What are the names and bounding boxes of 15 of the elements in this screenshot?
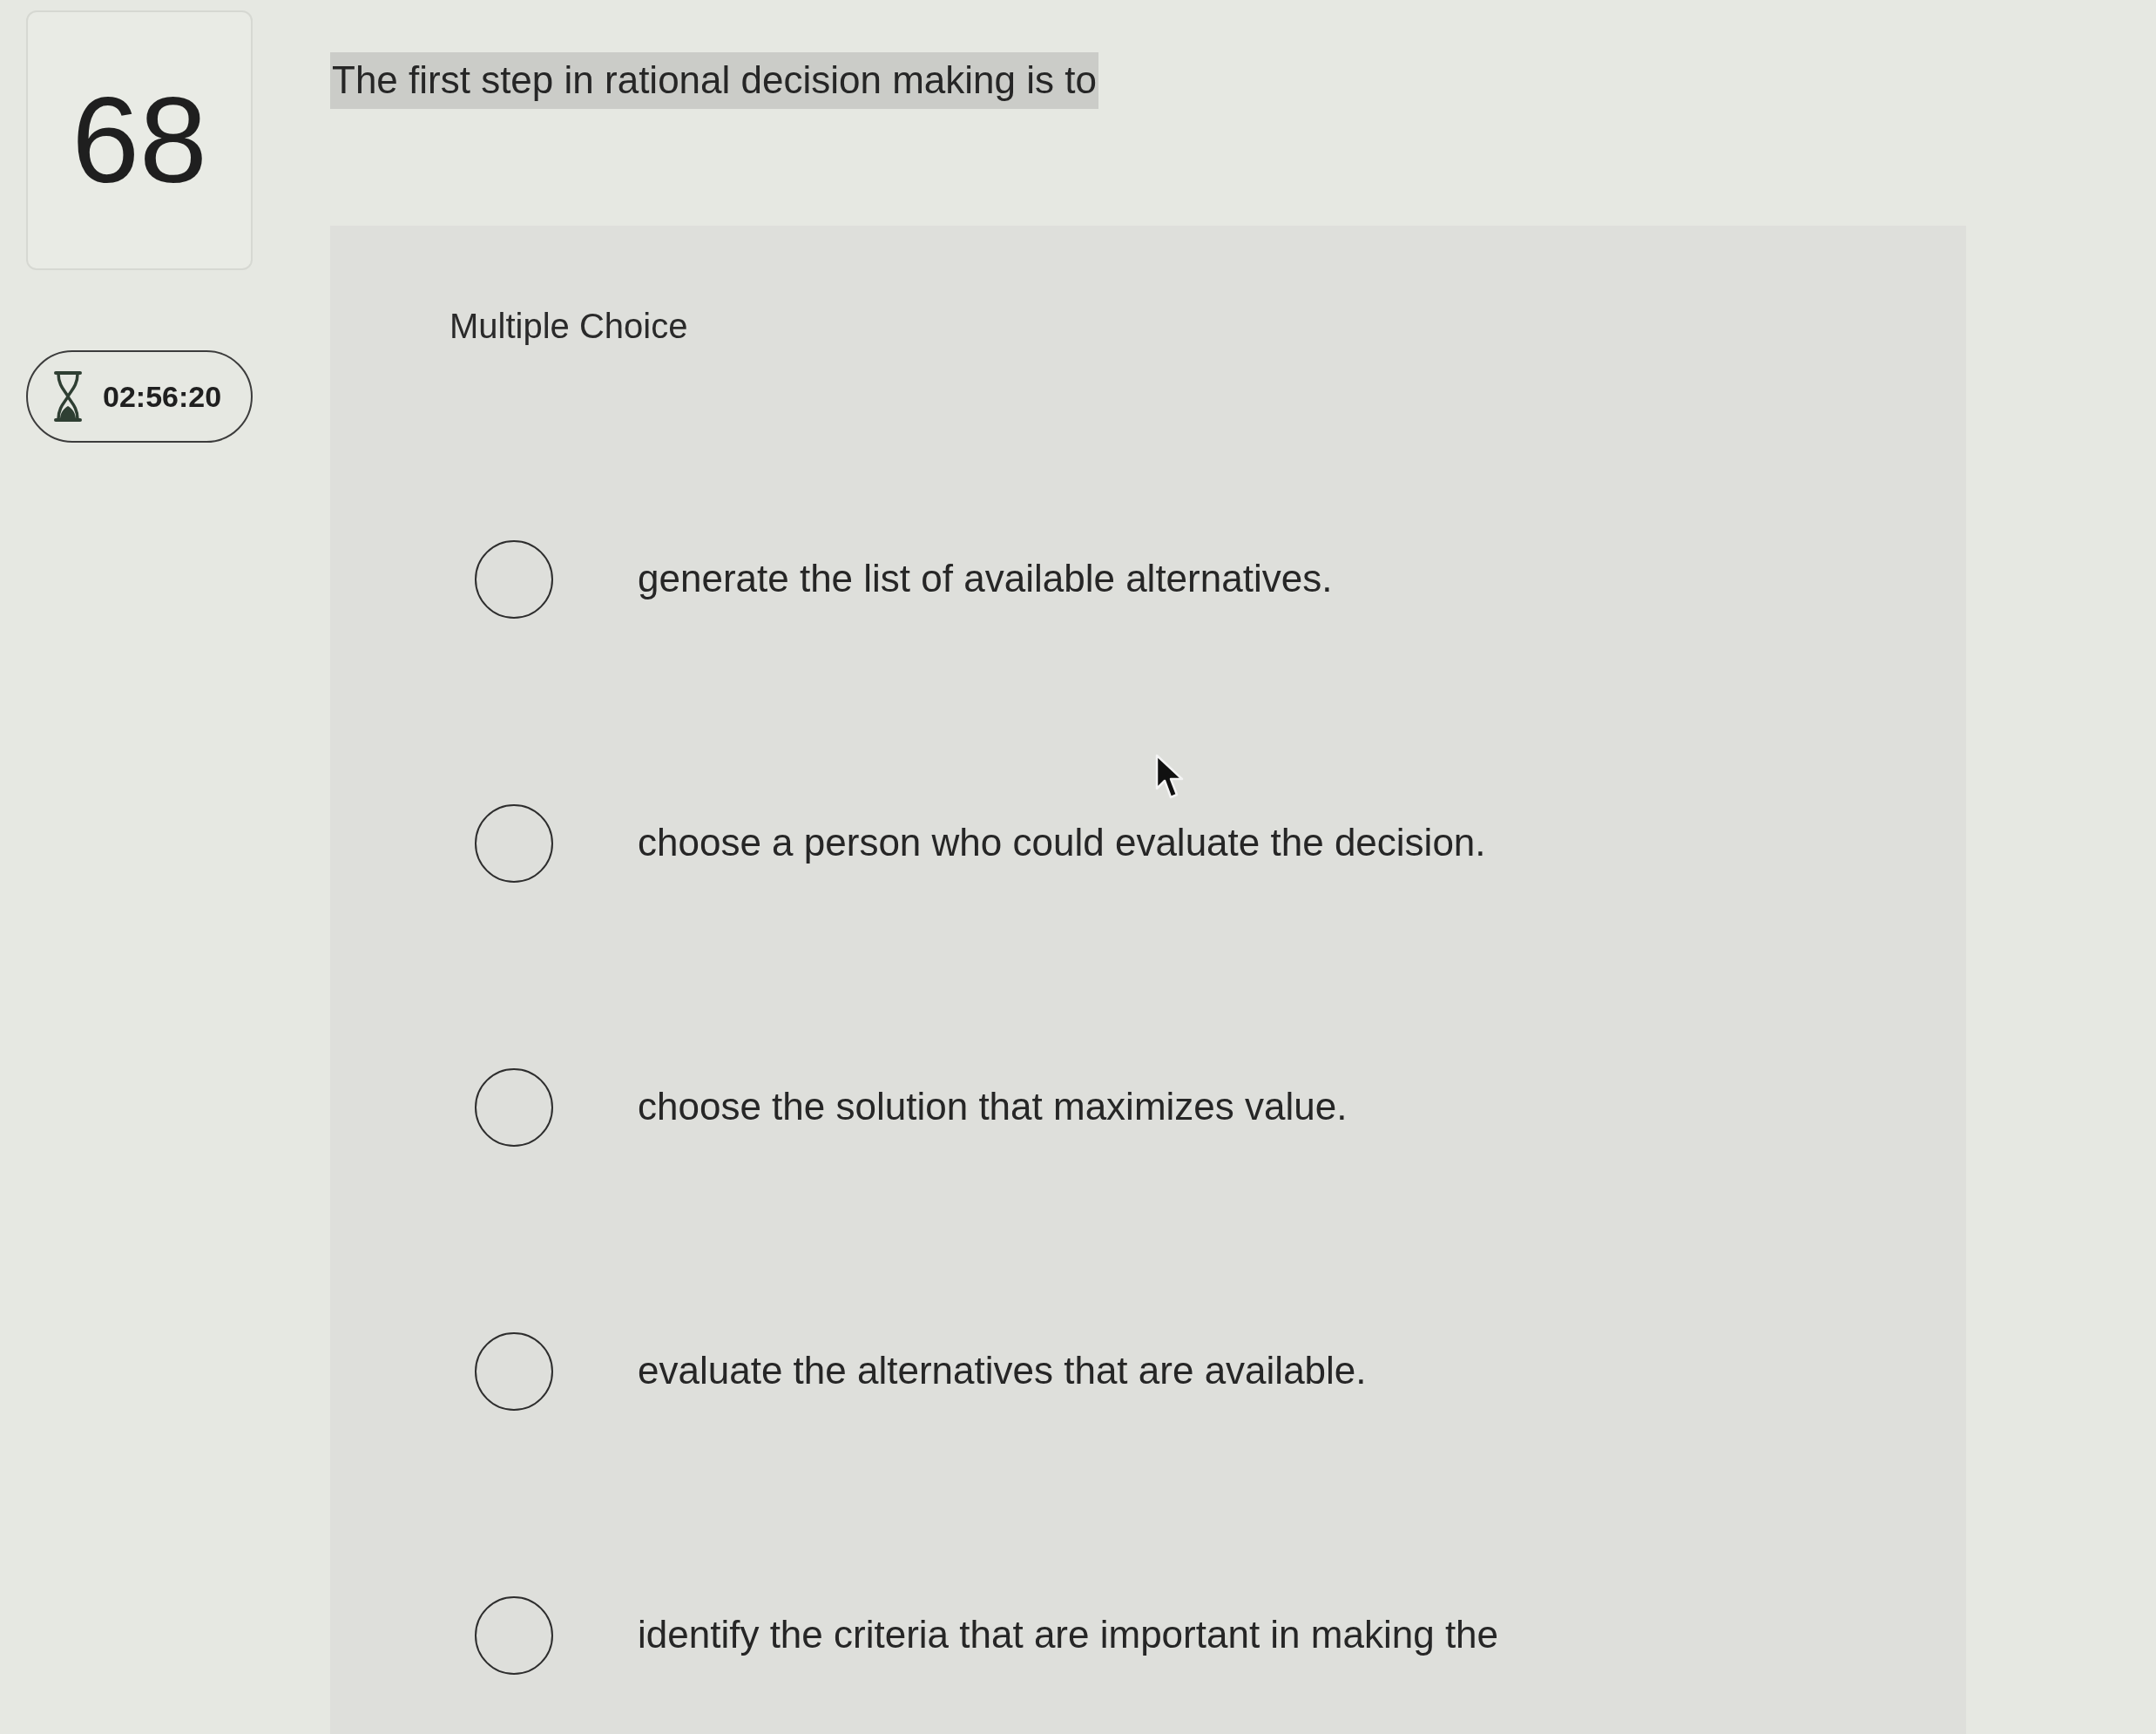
radio-button[interactable] — [475, 1331, 553, 1411]
question-type-label: Multiple Choice — [449, 305, 688, 347]
radio-button[interactable] — [475, 1595, 553, 1675]
option-label[interactable]: choose the solution that maximizes value. — [638, 1084, 1348, 1131]
question-text: The first step in rational decision making is to — [330, 52, 1098, 109]
option-label[interactable]: generate the list of available alternatives. — [638, 556, 1333, 603]
radio-button[interactable] — [475, 803, 553, 883]
mouse-pointer-icon — [1155, 754, 1185, 800]
question-number: 68 — [71, 79, 207, 201]
timer-text: 02:56:20 — [103, 378, 222, 415]
radio-button[interactable] — [475, 539, 553, 619]
option-label[interactable]: identify the criteria that are important in making the — [638, 1612, 1499, 1659]
radio-button[interactable] — [475, 1067, 553, 1147]
option-label[interactable]: evaluate the alternatives that are available. — [638, 1348, 1367, 1395]
option-label[interactable]: choose a person who could evaluate the decision. — [638, 820, 1486, 867]
